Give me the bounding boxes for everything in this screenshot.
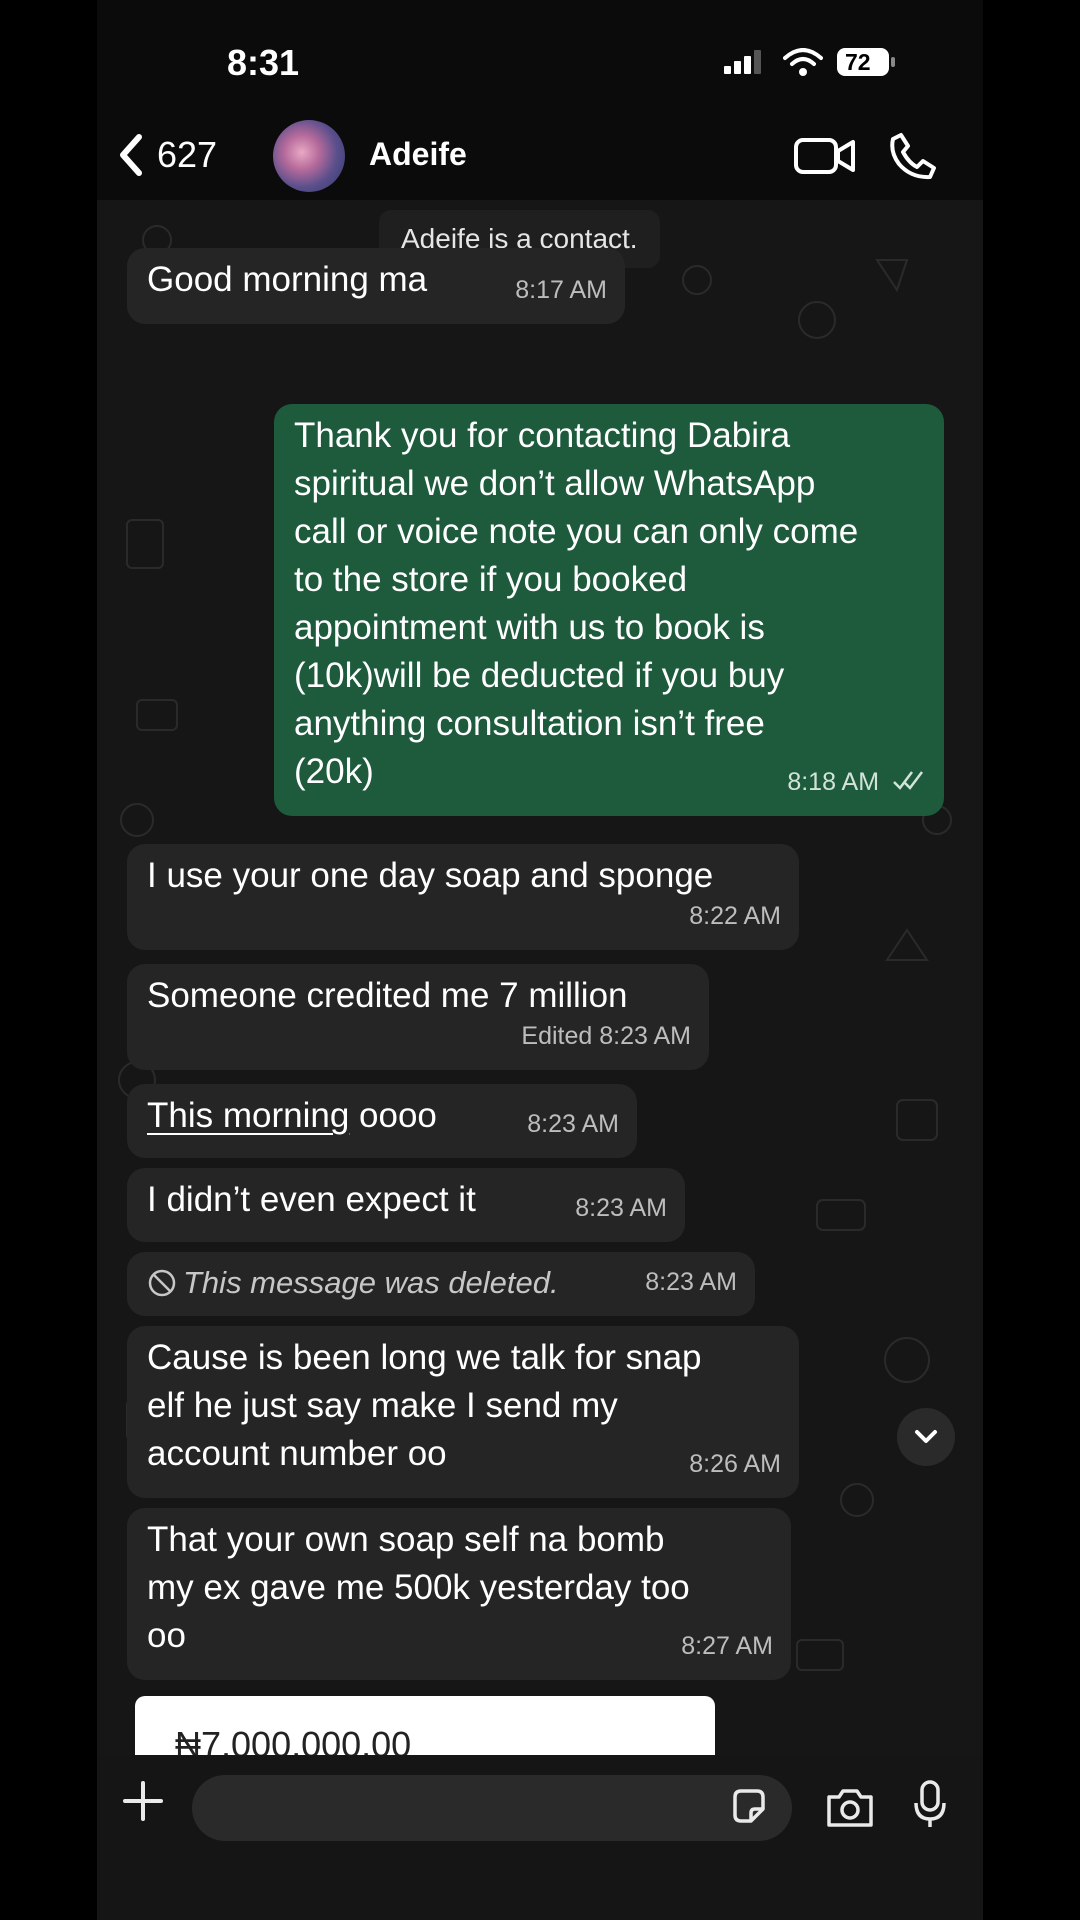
image-preview-message[interactable]: ₦7,000,000.00 (135, 1696, 715, 1755)
message-text: Good morning ma (147, 260, 428, 299)
message-bubble-incoming[interactable]: Cause is been long we talk for snap elf … (127, 1326, 799, 1498)
phone-screen: 8:31 72 627 Adeife Adeife is a contact. … (97, 0, 983, 1920)
message-input[interactable] (192, 1775, 792, 1841)
message-meta: Edited 8:23 AM (521, 1012, 691, 1060)
message-composer (97, 1755, 983, 1920)
message-text: I didn’t even expect it (147, 1180, 476, 1219)
message-time: 8:27 AM (681, 1632, 773, 1660)
message-line: That your own soap self na bomb (147, 1520, 665, 1559)
message-bubble-incoming[interactable]: That your own soap self na bomb my ex ga… (127, 1508, 791, 1680)
message-bubble-incoming[interactable]: Someone credited me 7 million Edited 8:2… (127, 964, 709, 1070)
cellular-signal-icon (724, 50, 761, 74)
message-time: 8:23 AM (599, 1022, 691, 1050)
message-line: Cause is been long we talk for snap (147, 1338, 702, 1377)
message-bubble-incoming[interactable]: Good morning ma 8:17 AM (127, 248, 625, 324)
plus-icon[interactable] (121, 1779, 165, 1823)
message-meta: 8:18 AM (787, 758, 926, 806)
message-time: 8:18 AM (787, 768, 880, 796)
status-time: 8:31 (227, 42, 300, 83)
message-time: 8:22 AM (689, 902, 781, 930)
link-text[interactable]: This morning (147, 1096, 349, 1135)
back-button[interactable]: 627 (117, 130, 257, 180)
preview-amount: ₦7,000,000.00 (175, 1724, 412, 1755)
status-bar: 8:31 72 (97, 0, 983, 120)
message-line: elf he just say make I send my (147, 1386, 618, 1425)
message-time: 8:17 AM (515, 276, 607, 304)
message-line: account number oo (147, 1434, 447, 1473)
message-line: to the store if you booked (294, 560, 688, 599)
microphone-icon[interactable] (912, 1779, 948, 1831)
wifi-icon (783, 48, 823, 76)
message-bubble-incoming[interactable]: I use your one day soap and sponge 8:22 … (127, 844, 799, 950)
message-line: appointment with us to book is (294, 608, 765, 647)
edited-label: Edited (521, 1022, 593, 1050)
scroll-to-bottom-button[interactable] (897, 1408, 955, 1466)
video-call-icon[interactable] (793, 134, 857, 178)
message-bubble-deleted[interactable]: This message was deleted. 8:23 AM (127, 1252, 755, 1316)
message-line: Thank you for contacting Dabira (294, 416, 791, 455)
message-line: spiritual we don’t allow WhatsApp (294, 464, 816, 503)
message-text: Someone credited me 7 million (147, 976, 628, 1015)
read-receipt-icon (893, 771, 923, 790)
message-bubble-outgoing[interactable]: Thank you for contacting Dabira spiritua… (274, 404, 944, 816)
chat-area[interactable]: Adeife is a contact. Good morning ma 8:1… (97, 200, 983, 1755)
phone-call-icon[interactable] (887, 130, 939, 182)
camera-icon[interactable] (825, 1785, 875, 1829)
message-time: 8:23 AM (527, 1110, 619, 1138)
message-line: call or voice note you can only come (294, 512, 859, 551)
chat-header: 627 Adeife (97, 110, 983, 200)
message-line: my ex gave me 500k yesterday too (147, 1568, 690, 1607)
message-time: 8:23 AM (575, 1194, 667, 1222)
deleted-icon (148, 1269, 176, 1297)
message-bubble-incoming[interactable]: This morning oooo 8:23 AM (127, 1084, 637, 1158)
message-line: anything consultation isn’t free (294, 704, 765, 743)
chevron-left-icon (120, 134, 142, 176)
chevron-down-icon (915, 1430, 937, 1443)
message-bubble-incoming[interactable]: I didn’t even expect it 8:23 AM (127, 1168, 685, 1242)
unread-count: 627 (157, 134, 218, 175)
message-text: I use your one day soap and sponge (147, 856, 714, 895)
sticker-icon[interactable] (729, 1787, 769, 1827)
battery-level: 72 (845, 49, 871, 75)
message-time: 8:26 AM (689, 1450, 781, 1478)
deleted-text: This message was deleted. (183, 1265, 559, 1300)
avatar[interactable] (273, 120, 345, 192)
message-text: oooo (349, 1096, 437, 1135)
message-time: 8:23 AM (645, 1268, 737, 1296)
battery-icon: 72 (837, 48, 897, 76)
message-line: oo (147, 1616, 186, 1655)
contact-name[interactable]: Adeife (369, 136, 467, 173)
message-line: (10k)will be deducted if you buy (294, 656, 785, 695)
